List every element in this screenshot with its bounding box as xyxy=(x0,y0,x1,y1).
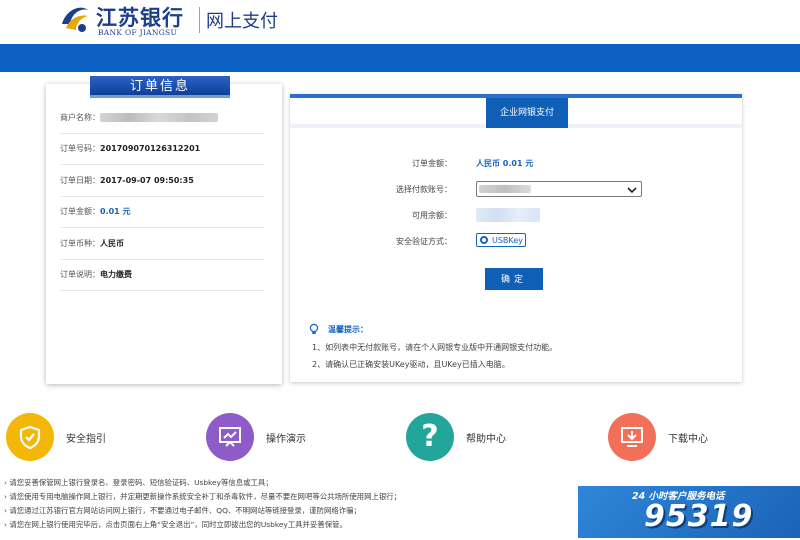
account-row: 选择付款账号： xyxy=(290,180,742,200)
order-info-title: 订单信息 xyxy=(90,76,230,98)
merchant-name-redacted xyxy=(100,112,218,122)
order-number-value: 201709070126312201 xyxy=(100,144,201,154)
bank-logo[interactable]: 江苏银行 BANK OF JIANGSU xyxy=(58,2,188,40)
order-row-currency: 订单币种： 人民币 xyxy=(60,228,264,260)
lightbulb-icon xyxy=(309,323,319,334)
order-row-label: 订单日期： xyxy=(60,175,100,185)
shortcut-download-center[interactable]: 下载中心 xyxy=(608,410,708,464)
chevron-down-icon xyxy=(627,187,637,194)
shortcut-help-center[interactable]: ? 帮助中心 xyxy=(406,410,506,464)
presentation-icon[interactable] xyxy=(206,413,254,461)
usbkey-label: USBKey xyxy=(492,235,523,245)
security-label: 安全验证方式： xyxy=(396,237,452,246)
radio-selected-icon[interactable] xyxy=(480,236,488,244)
amount-value: 人民币 0.01 元 xyxy=(476,159,534,168)
amount-label: 订单金额： xyxy=(412,159,452,168)
order-row-amount: 订单金额： 0.01 元 xyxy=(60,197,264,228)
notice-item: › 请您在网上银行使用完毕后，点击页面右上角“安全退出”，同时立即拔出您的Usb… xyxy=(4,520,347,529)
header-band xyxy=(0,44,800,72)
amount-row: 订单金额： 人民币 0.01 元 xyxy=(290,154,742,174)
notice-text: 请您通过江苏银行官方网站访问网上银行，不要通过电子邮件、QQ、不明网站等链接登录… xyxy=(9,506,361,515)
tips-title: 温馨提示： xyxy=(308,322,728,336)
payment-account-select[interactable] xyxy=(476,181,642,197)
shortcut-label[interactable]: 安全指引 xyxy=(66,430,106,445)
order-info-list: 商户名称： 订单号码： 201709070126312201 订单日期： 201… xyxy=(60,102,264,291)
confirm-button[interactable]: 确定 xyxy=(485,268,543,290)
order-row-label: 订单金额： xyxy=(60,207,100,217)
order-row-merchant: 商户名称： xyxy=(60,102,264,134)
header-divider xyxy=(199,7,200,33)
order-row-label: 商户名称： xyxy=(60,112,100,122)
tips-title-text: 温馨提示： xyxy=(328,324,368,334)
order-info-panel: 订单信息 商户名称： 订单号码： 201709070126312201 订单日期… xyxy=(46,76,282,384)
security-row: 安全验证方式： USBKey xyxy=(290,232,742,252)
hotline-number: 95319 xyxy=(644,499,754,534)
notice-text: 请您妥善保管网上银行登录名、登录密码、短信验证码、Usbkey等信息或工具； xyxy=(9,478,273,487)
account-label: 选择付款账号： xyxy=(396,185,452,194)
balance-label: 可用余额： xyxy=(412,211,452,220)
payment-panel: 企业网银支付 订单金额： 人民币 0.01 元 选择付款账号： 可用余额： 安全… xyxy=(290,94,742,382)
tab-enterprise-payment[interactable]: 企业网银支付 xyxy=(486,98,568,128)
tip-item: 2、请确认已正确安装UKey驱动，且UKey已插入电脑。 xyxy=(312,360,510,369)
page-header: 江苏银行 BANK OF JIANGSU 网上支付 xyxy=(0,0,800,44)
bank-name-en: BANK OF JIANGSU xyxy=(98,28,178,37)
order-amount-value: 0.01 元 xyxy=(100,207,131,217)
shortcut-label[interactable]: 操作演示 xyxy=(266,430,306,445)
bank-logo-icon xyxy=(62,7,88,32)
order-row-label: 订单说明： xyxy=(60,270,100,280)
balance-value-redacted xyxy=(476,208,540,222)
notice-item: › 请您妥善保管网上银行登录名、登录密码、短信验证码、Usbkey等信息或工具； xyxy=(4,478,273,487)
shortcut-security-guide[interactable]: 安全指引 xyxy=(6,410,106,464)
usbkey-radio-option[interactable]: USBKey xyxy=(476,233,526,247)
shield-icon[interactable] xyxy=(6,413,54,461)
question-icon[interactable]: ? xyxy=(406,413,454,461)
order-row-label: 订单号码： xyxy=(60,144,100,154)
download-icon[interactable] xyxy=(608,413,656,461)
order-row-description: 订单说明： 电力缴费 xyxy=(60,260,264,291)
shortcut-label[interactable]: 帮助中心 xyxy=(466,430,506,445)
shortcut-operation-demo[interactable]: 操作演示 xyxy=(206,410,306,464)
order-row-label: 订单币种： xyxy=(60,238,100,248)
order-row-date: 订单日期： 2017-09-07 09:50:35 xyxy=(60,165,264,197)
shortcut-bar: 安全指引 操作演示 ? 帮助中心 下载中心 xyxy=(0,410,800,464)
tips-section: 温馨提示： 1、如列表中无付款账号，请在个人网银专业版中开通网银支付功能。 2、… xyxy=(308,322,728,370)
security-notices: › 请您妥善保管网上银行登录名、登录密码、短信验证码、Usbkey等信息或工具；… xyxy=(4,476,574,532)
order-date-value: 2017-09-07 09:50:35 xyxy=(100,175,194,185)
page-subtitle: 网上支付 xyxy=(206,11,278,32)
notice-text: 请您在网上银行使用完毕后，点击页面右上角“安全退出”，同时立即拔出您的Usbke… xyxy=(9,520,347,529)
tip-item: 1、如列表中无付款账号，请在个人网银专业版中开通网银支付功能。 xyxy=(312,343,558,352)
shortcut-label[interactable]: 下载中心 xyxy=(668,430,708,445)
order-row-number: 订单号码： 201709070126312201 xyxy=(60,134,264,165)
order-description-value: 电力缴费 xyxy=(100,270,132,280)
account-number-redacted xyxy=(479,185,531,193)
notice-item: › 请您使用专用电脑操作网上银行，并定期更新操作系统安全补丁和杀毒软件，尽量不要… xyxy=(4,492,402,501)
order-currency-value: 人民币 xyxy=(100,238,124,248)
hotline-banner: 24 小时客户服务电话 95319 xyxy=(578,486,800,538)
notice-text: 请您使用专用电脑操作网上银行，并定期更新操作系统安全补丁和杀毒软件，尽量不要在网… xyxy=(9,492,402,501)
balance-row: 可用余额： xyxy=(290,206,742,226)
notice-item: › 请您通过江苏银行官方网站访问网上银行，不要通过电子邮件、QQ、不明网站等链接… xyxy=(4,506,361,515)
